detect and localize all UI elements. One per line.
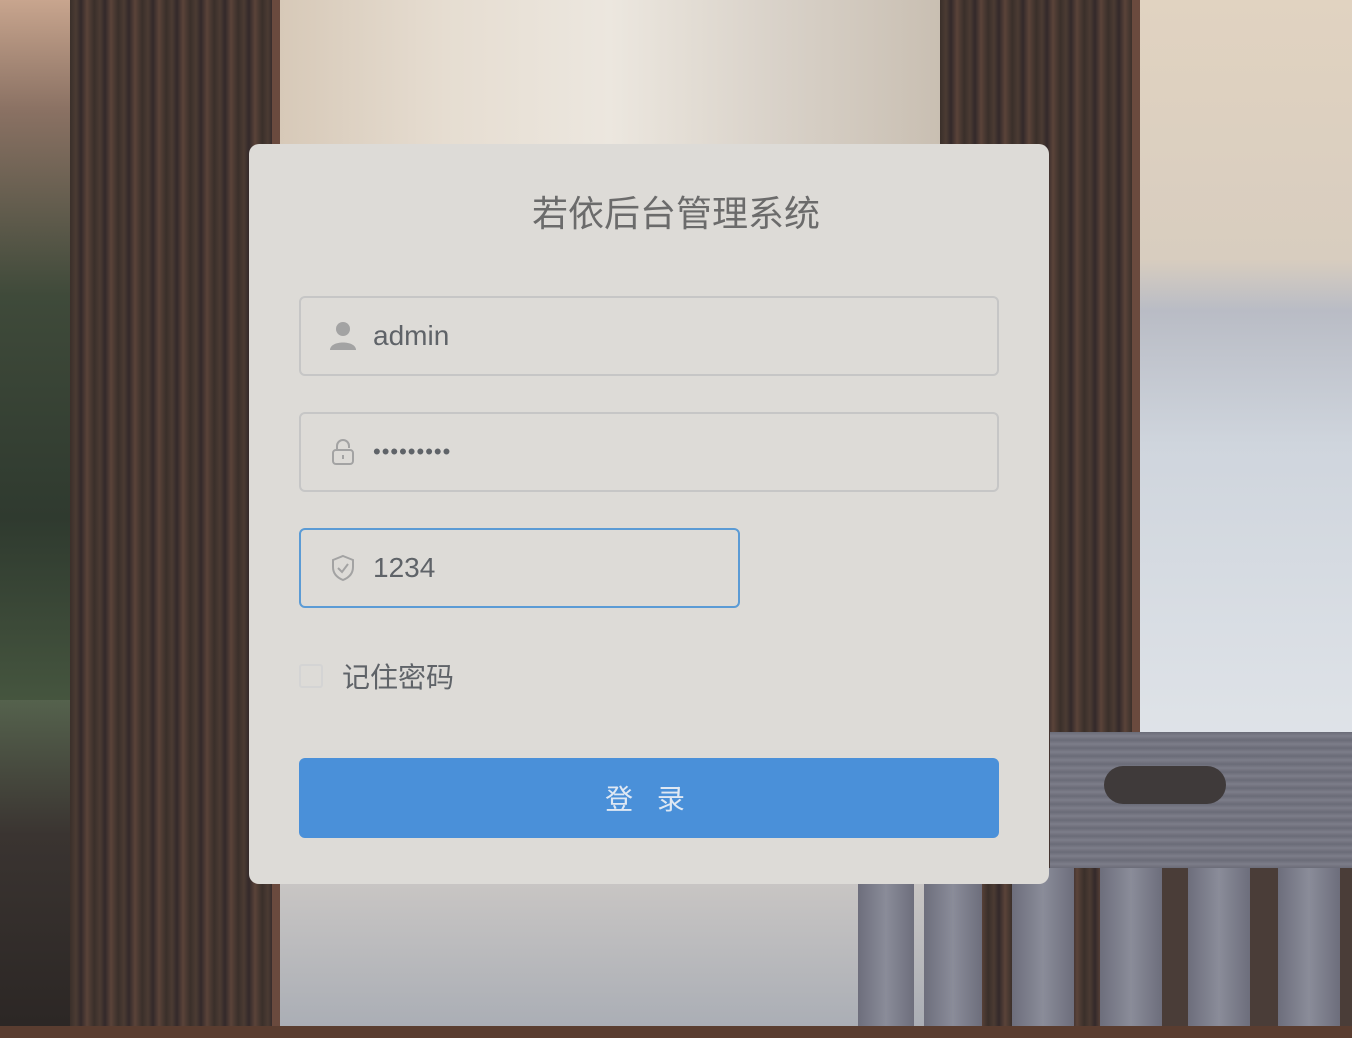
lock-icon (329, 436, 357, 468)
page-title: 若依后台管理系统 (531, 193, 820, 234)
password-field[interactable]: ••••••••• (299, 412, 999, 492)
login-button[interactable]: 登 录 (299, 758, 999, 838)
captcha-field[interactable]: 1234 (299, 528, 740, 608)
captcha-value: 1234 (373, 552, 436, 583)
password-value: ••••••••• (373, 439, 452, 464)
username-value: admin (373, 320, 450, 351)
remember-label: 记住密码 (342, 662, 455, 693)
remember-checkbox[interactable] (299, 664, 323, 688)
shield-check-icon (329, 552, 357, 584)
remember-password[interactable]: 记住密码 (299, 658, 454, 694)
user-icon (329, 320, 357, 352)
username-field[interactable]: admin (299, 296, 999, 376)
